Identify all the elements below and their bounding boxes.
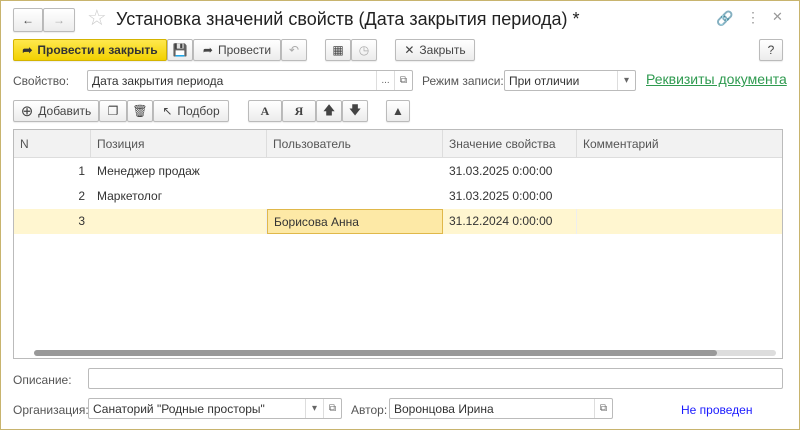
col-comment[interactable]: Комментарий: [577, 130, 782, 157]
move-up-button[interactable]: 🡅: [316, 100, 342, 122]
post-arrow-icon: ➦: [203, 43, 213, 57]
document-details-link[interactable]: Реквизиты документа: [646, 71, 787, 87]
select-button[interactable]: ...: [376, 71, 394, 90]
page-title: Установка значений свойств (Дата закрыти…: [116, 9, 580, 30]
author-label: Автор:: [351, 403, 387, 417]
col-position[interactable]: Позиция: [91, 130, 267, 157]
move-down-button[interactable]: 🡇: [342, 100, 368, 122]
undo-button[interactable]: ↶: [281, 39, 307, 61]
table-row-selected[interactable]: 3 Борисова Анна 31.12.2024 0:00:00: [14, 209, 782, 234]
chevron-down-icon[interactable]: ▾: [305, 399, 323, 418]
open-icon[interactable]: ⧉: [394, 71, 412, 90]
status-text: Не проведен: [681, 403, 752, 417]
help-button[interactable]: ?: [759, 39, 783, 61]
values-table: N Позиция Пользователь Значение свойства…: [13, 129, 783, 359]
fill-button[interactable]: ▲: [386, 100, 410, 122]
active-cell[interactable]: Борисова Анна: [267, 209, 443, 234]
back-button[interactable]: ←: [13, 8, 43, 32]
col-user[interactable]: Пользователь: [267, 130, 443, 157]
horizontal-scrollbar[interactable]: [34, 350, 776, 356]
save-button[interactable]: 💾: [167, 39, 193, 61]
close-button[interactable]: ✕Закрыть: [395, 39, 475, 61]
delete-button[interactable]: 🗑: [127, 100, 153, 122]
table-row[interactable]: 1 Менеджер продаж 31.03.2025 0:00:00: [14, 159, 782, 184]
forward-button[interactable]: →: [43, 8, 75, 32]
x-icon: ✕: [404, 43, 414, 57]
open-icon[interactable]: ⧉: [323, 399, 341, 418]
open-icon[interactable]: ⧉: [594, 399, 612, 418]
chevron-down-icon[interactable]: ▾: [617, 71, 635, 90]
author-field[interactable]: Воронцова Ирина ⧉: [389, 398, 613, 419]
col-n[interactable]: N: [14, 130, 91, 157]
copy-button[interactable]: ❐: [99, 100, 127, 122]
table-row[interactable]: 2 Маркетолог 31.03.2025 0:00:00: [14, 184, 782, 209]
scrollbar-thumb[interactable]: [34, 350, 717, 356]
cursor-icon: ↖: [162, 104, 172, 118]
plus-circle-icon: ⊕: [21, 102, 34, 120]
col-value[interactable]: Значение свойства: [443, 130, 577, 157]
organization-label: Организация:: [13, 403, 89, 417]
mode-select[interactable]: При отличии ▾: [504, 70, 636, 91]
report-button[interactable]: ▦: [325, 39, 351, 61]
mode-label: Режим записи:: [422, 74, 504, 88]
post-close-icon: ➦: [22, 43, 32, 57]
property-label: Свойство:: [13, 74, 69, 88]
property-field[interactable]: Дата закрытия периода ... ⧉: [87, 70, 413, 91]
pick-button[interactable]: ↖Подбор: [153, 100, 229, 122]
post-and-close-button[interactable]: ➦Провести и закрыть: [13, 39, 167, 61]
link-icon[interactable]: 🔗: [716, 10, 733, 27]
description-input[interactable]: [88, 368, 783, 389]
window: ← → ☆ Установка значений свойств (Дата з…: [0, 0, 800, 430]
table-header: N Позиция Пользователь Значение свойства…: [14, 130, 782, 158]
organization-field[interactable]: Санаторий "Родные просторы" ▾ ⧉: [88, 398, 342, 419]
sort-desc-button[interactable]: Я: [282, 100, 316, 122]
add-button[interactable]: ⊕Добавить: [13, 100, 99, 122]
more-icon[interactable]: ⋮: [746, 9, 760, 26]
sort-asc-button[interactable]: А: [248, 100, 282, 122]
favorite-star-icon[interactable]: ☆: [87, 5, 107, 31]
post-button[interactable]: ➦Провести: [193, 39, 281, 61]
history-button[interactable]: ◷: [351, 39, 377, 61]
close-icon[interactable]: ✕: [772, 9, 783, 25]
description-label: Описание:: [13, 373, 72, 387]
